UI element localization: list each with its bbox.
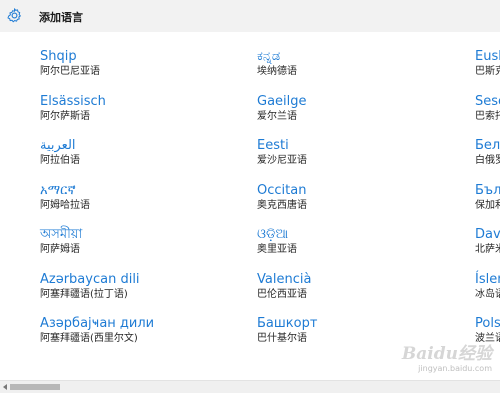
language-item[interactable]: Dav 北萨米 — [475, 226, 500, 271]
language-native-name: Азәрбајҹан дили — [40, 316, 155, 331]
language-item[interactable]: Íslen冰岛语 — [475, 271, 500, 316]
language-column-1: Shqip 阿尔巴尼亚语 Elsässisch 阿尔萨斯语 العربية 阿拉伯语 አማር… — [40, 48, 154, 360]
language-native-name: Бела — [475, 138, 500, 153]
language-item[interactable]: Pols 波兰语 — [475, 315, 500, 360]
language-chinese-name: 巴伦西亚语 — [257, 288, 307, 300]
language-chinese-name: 奥里亚语 — [257, 244, 297, 255]
language-chinese-name: 冰岛语 — [475, 288, 500, 300]
language-native-name: Pols — [475, 316, 500, 331]
language-native-name: ଓଡ଼ିଆ — [257, 227, 289, 242]
language-item[interactable]: Eusk 巴斯克 — [475, 48, 500, 93]
language-native-name: Sesc — [475, 93, 500, 109]
language-chinese-name: 阿姆哈拉语 — [40, 199, 90, 211]
page-header: 添加语言 — [0, 0, 500, 32]
language-native-name: Eesti — [257, 138, 289, 153]
language-chinese-name: 巴索托 — [475, 110, 500, 122]
language-chinese-name: 阿萨姆语 — [40, 244, 80, 255]
language-native-name: العربية — [40, 138, 76, 153]
language-native-name: Íslen — [475, 271, 500, 287]
language-native-name: አማርኛ — [40, 182, 76, 198]
language-grid: Shqip 阿尔巴尼亚语 Elsässisch 阿尔萨斯语 العربية 阿拉伯语 አማር… — [0, 32, 500, 380]
language-item[interactable]: Elsässisch 阿尔萨斯语 — [40, 93, 154, 138]
language-native-name: Dav — [475, 227, 500, 242]
horizontal-scrollbar[interactable] — [0, 380, 500, 393]
page-title: 添加语言 — [39, 11, 83, 24]
language-chinese-name: 阿尔萨斯语 — [40, 110, 90, 122]
language-chinese-name: 奥克西唐语 — [257, 199, 307, 211]
language-item[interactable]: Gaeilge 爱尔兰语 — [257, 93, 317, 138]
language-item[interactable]: Башкорт 巴什基尔语 — [257, 315, 317, 360]
language-column-2: ಕನ್ನಡ 埃纳德语 Gaeilge 爱尔兰语 Eesti 爱沙尼亚语 Occitan 奥克西… — [257, 48, 317, 360]
language-item[interactable]: አማርኛ 阿姆哈拉语 — [40, 182, 154, 227]
language-item[interactable]: Occitan 奥克西唐语 — [257, 182, 317, 227]
language-item[interactable]: Azərbaycan dili 阿塞拜疆语(拉丁语) — [40, 271, 154, 316]
language-chinese-name: 爱尔兰语 — [257, 110, 297, 122]
language-chinese-name: 阿塞拜疆语(拉丁语) — [40, 288, 128, 300]
language-native-name: Eusk — [475, 49, 500, 64]
language-item[interactable]: العربية 阿拉伯语 — [40, 137, 154, 182]
language-native-name: Valencià — [257, 271, 312, 287]
language-native-name: Бъл — [475, 182, 500, 198]
language-item[interactable]: ଓଡ଼ିଆ 奥里亚语 — [257, 226, 317, 271]
language-chinese-name: 埃纳德语 — [257, 66, 297, 77]
scroll-left-arrow-icon[interactable] — [3, 384, 7, 390]
language-chinese-name: 阿拉伯语 — [40, 155, 80, 166]
language-chinese-name: 巴什基尔语 — [257, 333, 307, 344]
language-native-name: Башкорт — [257, 316, 318, 331]
language-item[interactable]: ಕನ್ನಡ 埃纳德语 — [257, 48, 317, 93]
language-chinese-name: 北萨米 — [475, 244, 500, 255]
language-chinese-name: 巴斯克 — [475, 66, 500, 77]
language-chinese-name: 阿塞拜疆语(西里尔文) — [40, 333, 138, 344]
language-item[interactable]: Sesc巴索托 — [475, 93, 500, 138]
language-native-name: অসমীয়া — [40, 227, 83, 242]
language-item[interactable]: অসমীয়া 阿萨姆语 — [40, 226, 154, 271]
scrollbar-thumb[interactable] — [10, 384, 60, 390]
language-chinese-name: 白俄罗 — [475, 155, 500, 166]
language-native-name: Occitan — [257, 182, 307, 198]
language-native-name: ಕನ್ನಡ — [257, 49, 281, 64]
language-native-name: Azərbaycan dili — [40, 271, 140, 287]
language-item[interactable]: Valencià 巴伦西亚语 — [257, 271, 317, 316]
gear-icon[interactable] — [6, 7, 23, 24]
language-chinese-name: 爱沙尼亚语 — [257, 155, 307, 166]
language-chinese-name: 阿尔巴尼亚语 — [40, 66, 100, 77]
language-item[interactable]: Eesti 爱沙尼亚语 — [257, 137, 317, 182]
language-native-name: Gaeilge — [257, 93, 307, 109]
language-native-name: Shqip — [40, 49, 77, 64]
language-column-3: Eusk巴斯克Sesc巴索托Бела白俄罗Бъл保加利Dav北萨米Íslen冰岛… — [475, 48, 500, 360]
language-chinese-name: 波兰语 — [475, 333, 500, 344]
language-native-name: Elsässisch — [40, 93, 106, 109]
language-item[interactable]: Бела 白俄罗 — [475, 137, 500, 182]
language-item[interactable]: Азәрбајҹан дили 阿塞拜疆语(西里尔文) — [40, 315, 154, 360]
language-item[interactable]: Бъл保加利 — [475, 182, 500, 227]
language-chinese-name: 保加利 — [475, 199, 500, 211]
language-item[interactable]: Shqip 阿尔巴尼亚语 — [40, 48, 154, 93]
